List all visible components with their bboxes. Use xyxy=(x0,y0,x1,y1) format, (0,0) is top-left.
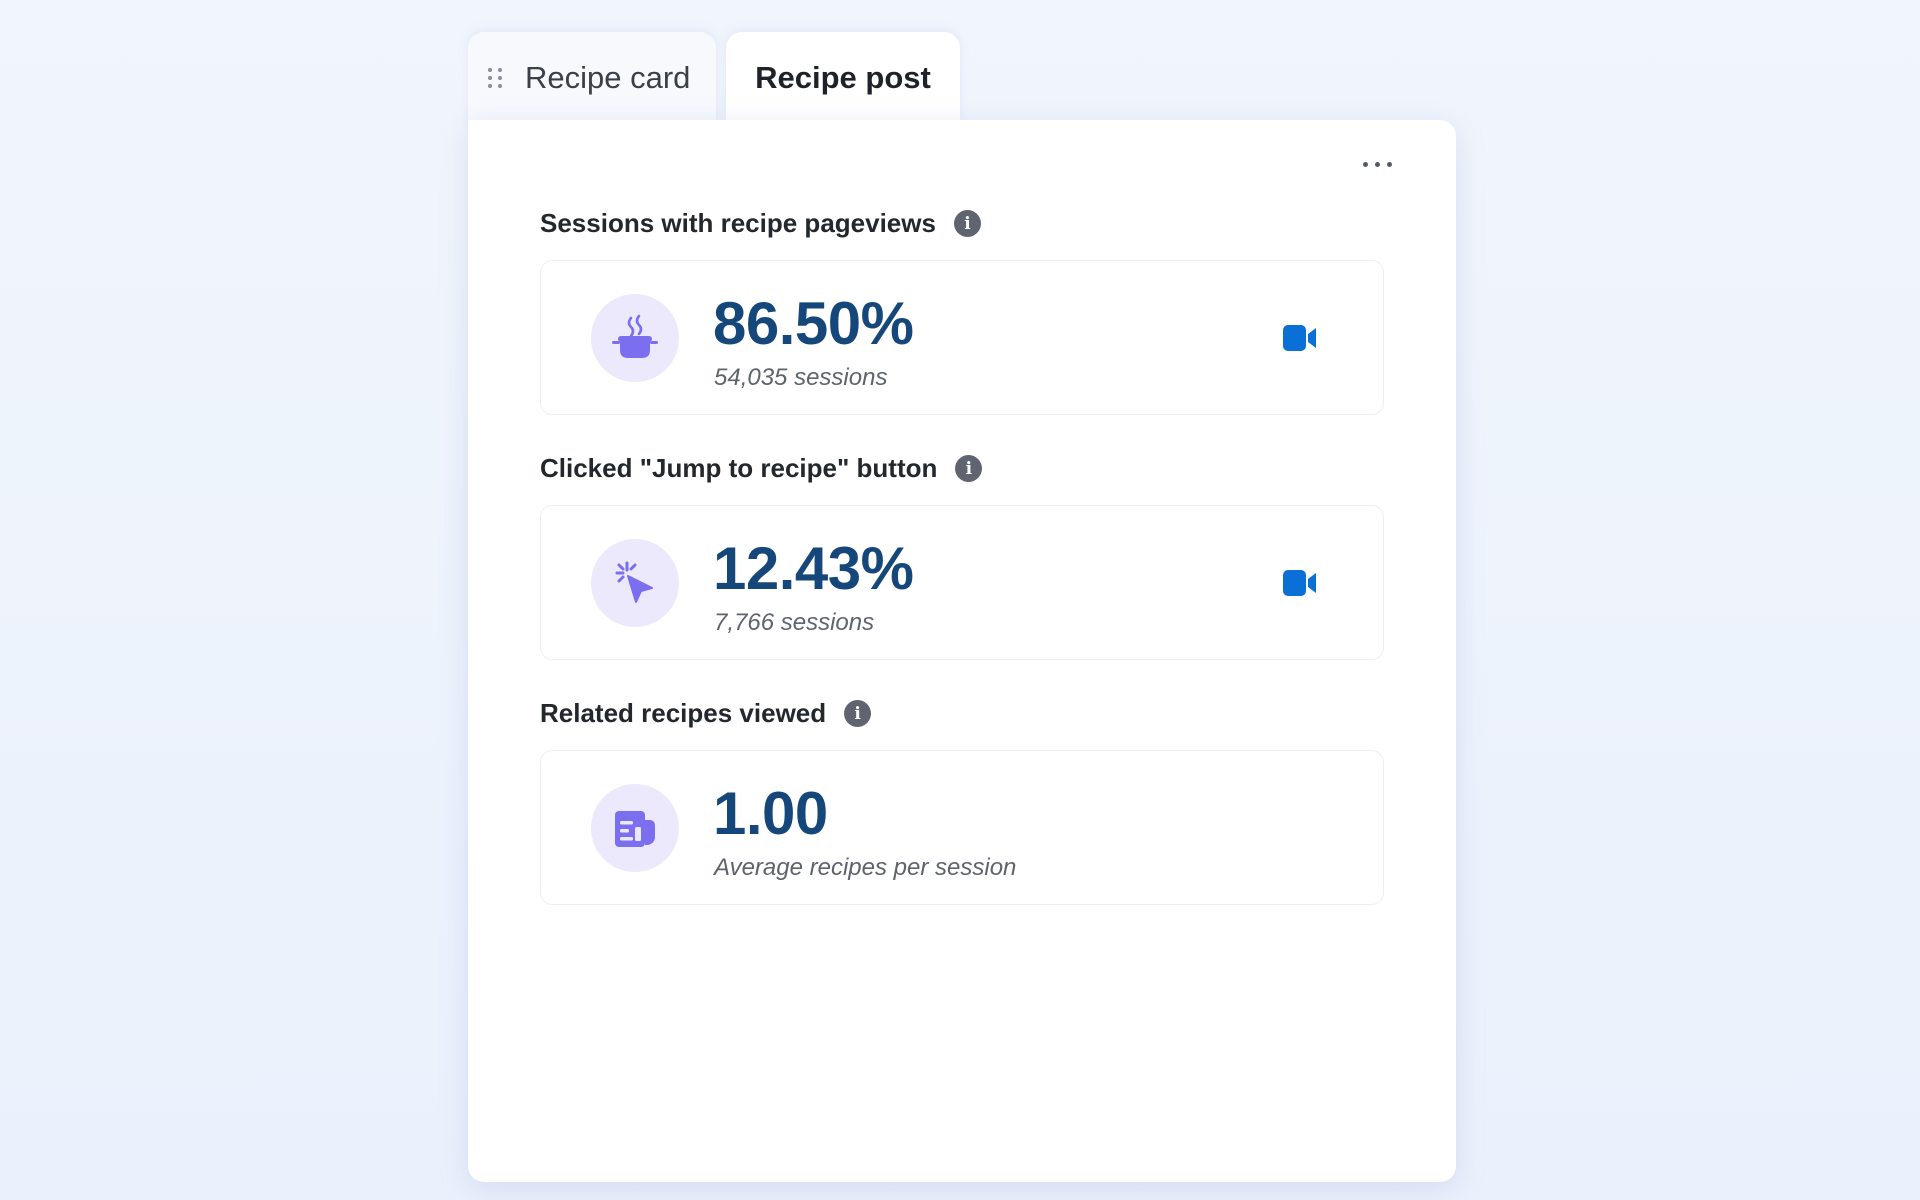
drag-handle-icon[interactable] xyxy=(488,68,503,88)
metric-title-text: Clicked "Jump to recipe" button xyxy=(540,453,938,483)
metric-title-recipe-pageviews: Sessions with recipe pageviews i xyxy=(540,208,981,239)
metric-title-text: Sessions with recipe pageviews xyxy=(540,208,936,238)
metric-value: 1.00 xyxy=(713,780,828,847)
click-pointer-icon xyxy=(591,539,679,627)
info-icon[interactable]: i xyxy=(844,700,872,727)
metric-card-jump-to-recipe: 12.43% 7,766 sessions xyxy=(540,505,1384,660)
metric-card-related-recipes: 1.00 Average recipes per session xyxy=(540,750,1384,905)
cooking-pot-icon xyxy=(591,294,679,382)
metric-title-text: Related recipes viewed xyxy=(540,698,827,728)
tab-label: Recipe card xyxy=(525,60,691,95)
metric-subtext: 7,766 sessions xyxy=(714,609,875,636)
metric-value: 12.43% xyxy=(713,535,914,602)
page-background: Recipe card Recipe post Sessions with re… xyxy=(0,0,1920,1200)
metric-subtext: Average recipes per session xyxy=(714,854,1017,881)
metric-subtext: 54,035 sessions xyxy=(714,364,888,391)
metric-title-jump-to-recipe: Clicked "Jump to recipe" button i xyxy=(540,453,983,484)
tab-recipe-card[interactable]: Recipe card xyxy=(468,32,716,124)
info-icon[interactable]: i xyxy=(953,210,981,237)
video-camera-icon[interactable] xyxy=(1283,325,1317,356)
metric-title-related-recipes: Related recipes viewed i xyxy=(540,698,872,729)
metric-value: 86.50% xyxy=(713,290,914,357)
metrics-panel: Sessions with recipe pageviews i 86.50% … xyxy=(468,120,1456,1182)
more-options-button[interactable] xyxy=(1357,156,1398,173)
recipe-document-icon xyxy=(591,784,679,872)
info-icon[interactable]: i xyxy=(955,455,983,482)
video-camera-icon[interactable] xyxy=(1283,570,1317,601)
tab-recipe-post[interactable]: Recipe post xyxy=(726,32,960,124)
tab-label: Recipe post xyxy=(755,60,931,95)
metric-card-recipe-pageviews: 86.50% 54,035 sessions xyxy=(540,260,1384,415)
